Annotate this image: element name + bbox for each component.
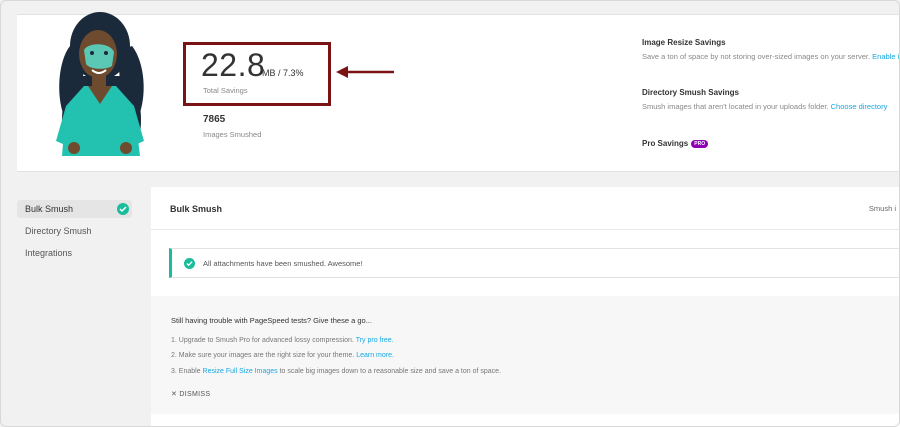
directory-smush-savings-desc: Smush images that aren't located in your… bbox=[642, 102, 888, 111]
pro-savings-title: Pro Savings PRO bbox=[642, 139, 709, 148]
success-notice-text: All attachments have been smushed. Aweso… bbox=[203, 259, 363, 268]
bulk-smush-header: Bulk Smush Smush i bbox=[151, 187, 900, 230]
dismiss-button[interactable]: ✕ DISMISS bbox=[171, 390, 210, 398]
directory-smush-savings-title: Directory Smush Savings bbox=[642, 88, 739, 97]
close-icon: ✕ bbox=[171, 391, 178, 398]
bulk-smush-header-right: Smush i bbox=[868, 204, 896, 213]
enable-resize-link[interactable]: Enable i bbox=[872, 52, 899, 61]
mascot-illustration bbox=[56, 12, 144, 156]
image-resize-savings-desc: Save a ton of space by not storing over-… bbox=[642, 52, 900, 61]
image-resize-savings-title: Image Resize Savings bbox=[642, 38, 726, 47]
total-savings-label: Total Savings bbox=[203, 86, 248, 95]
resize-full-size-images-link[interactable]: Resize Full Size Images bbox=[203, 368, 278, 375]
check-circle-icon bbox=[117, 203, 129, 215]
learn-more-link[interactable]: Learn more. bbox=[356, 352, 394, 359]
total-savings-units: MB / 7.3% bbox=[262, 68, 304, 78]
sidebar-item-bulk-smush[interactable]: Bulk Smush bbox=[17, 200, 132, 218]
arrow-left-icon bbox=[336, 66, 394, 78]
tip-item-1: 1. Upgrade to Smush Pro for advanced los… bbox=[171, 337, 394, 344]
tip-item-3: 3. Enable Resize Full Size Images to sca… bbox=[171, 368, 502, 375]
sidebar-item-integrations[interactable]: Integrations bbox=[17, 244, 132, 262]
sidebar-item-directory-smush[interactable]: Directory Smush bbox=[17, 222, 132, 240]
pro-badge: PRO bbox=[691, 139, 709, 148]
choose-directory-link[interactable]: Choose directory bbox=[831, 102, 888, 111]
images-smushed-count: 7865 bbox=[203, 114, 226, 125]
success-notice: All attachments have been smushed. Aweso… bbox=[169, 248, 900, 278]
tip-item-2: 2. Make sure your images are the right s… bbox=[171, 352, 394, 359]
total-savings-value: 22.8 bbox=[201, 47, 266, 83]
try-pro-free-link[interactable]: Try pro free. bbox=[356, 337, 394, 344]
tips-title: Still having trouble with PageSpeed test… bbox=[171, 316, 372, 325]
bulk-smush-title: Bulk Smush bbox=[170, 204, 223, 214]
pagespeed-tips-panel: Still having trouble with PageSpeed test… bbox=[151, 296, 900, 414]
check-circle-icon bbox=[184, 258, 195, 269]
images-smushed-label: Images Smushed bbox=[203, 130, 262, 139]
